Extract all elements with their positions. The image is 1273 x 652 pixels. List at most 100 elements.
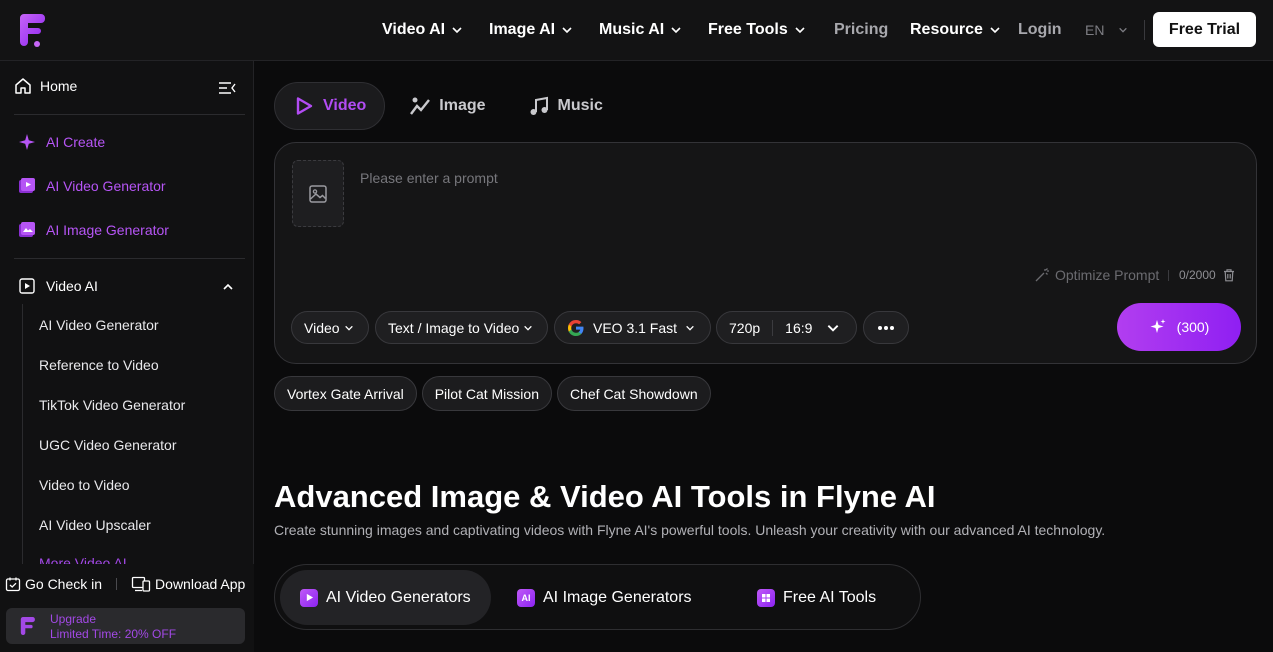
sidebar-subitem[interactable]: AI Video Generator [39,317,159,333]
generate-button[interactable]: (300) [1117,303,1241,351]
calendar-check-icon [5,577,21,592]
tab-ai-video-generators[interactable]: AI Video Generators [280,570,491,625]
devices-icon [131,576,151,592]
tab-image[interactable]: Image [391,82,503,130]
main-nav: Resource [910,0,1001,60]
ratio-label: 16:9 [785,319,813,336]
sidebar-item-home[interactable]: Home [14,77,77,95]
resolution-ratio-select[interactable]: 720p 16:9 [716,311,857,344]
nav-label: Music AI [599,21,665,38]
sidebar-section-video-ai[interactable]: Video AI [18,277,98,295]
chevron-down-icon [828,324,839,332]
tab-video[interactable]: Video [274,82,386,130]
trash-icon[interactable] [1222,268,1236,282]
category-tabs: AI Video Generators AI AI Image Generato… [274,564,921,630]
upgrade-title: Upgrade [50,612,97,626]
sidebar-subitem[interactable]: Video to Video [39,477,130,493]
sidebar-item-ai-video-generator[interactable]: AI Video Generator [18,177,166,195]
mode-label: Text / Image to Video [388,319,520,336]
sidebar-subitem[interactable]: TikTok Video Generator [39,397,185,413]
chevron-down-icon [686,325,694,331]
category-label: Free AI Tools [783,588,877,606]
tab-label: Image [439,97,486,114]
main-nav: Pricing [834,0,888,60]
tab-ai-image-generators[interactable]: AI AI Image Generators [497,570,712,625]
output-type-label: Video [304,319,340,336]
sidebar-item-label: AI Image Generator [46,222,169,238]
output-type-select[interactable]: Video [291,311,369,344]
chevron-up-icon[interactable] [221,280,235,294]
download-app-label: Download App [155,576,246,592]
tab-label: Video [323,97,367,114]
sidebar-subitem[interactable]: AI Video Upscaler [39,517,151,533]
counter-divider [1168,269,1169,281]
language-label: EN [1085,22,1105,38]
language-selector[interactable]: EN [1085,0,1128,60]
sidebar-item-ai-image-generator[interactable]: AI Image Generator [18,221,169,239]
google-icon [568,319,584,336]
home-icon [15,78,31,94]
chevron-down-icon [452,27,462,34]
nav-video-ai[interactable]: Video AI [382,21,463,39]
nav-free-tools[interactable]: Free Tools [708,21,806,39]
mode-select[interactable]: Text / Image to Video [375,311,548,344]
suggestion-chip[interactable]: Chef Cat Showdown [556,376,711,411]
sidebar-section-label: Video AI [46,278,98,294]
upgrade-banner[interactable]: Upgrade Limited Time: 20% OFF [6,608,245,644]
sidebar-tree-line [22,304,23,566]
main-nav: Login [1018,0,1062,60]
flyne-logo-icon[interactable] [15,11,47,49]
video-icon [19,178,35,193]
chevron-down-icon [990,27,1000,34]
prompt-suggestions: Vortex Gate Arrival Pilot Cat Mission Ch… [274,376,711,411]
top-bar: Video AI Image AI Music AI Free Tools Pr… [0,0,1273,61]
prompt-input[interactable]: Please enter a prompt [360,170,498,186]
sidebar-subitem[interactable]: UGC Video Generator [39,437,176,453]
free-trial-button[interactable]: Free Trial [1153,12,1256,47]
tab-music[interactable]: Music [510,82,621,130]
nav-resource[interactable]: Resource [910,21,1001,39]
login-link[interactable]: Login [1018,21,1062,39]
nav-label: Resource [910,21,983,38]
image-upload-button[interactable] [292,160,344,227]
suggestion-chip[interactable]: Vortex Gate Arrival [274,376,417,411]
model-select[interactable]: VEO 3.1 Fast [554,311,711,344]
login-label: Login [1018,21,1062,38]
section-subtitle: Create stunning images and captivating v… [274,522,1106,538]
more-options-button[interactable] [863,311,909,344]
prompt-panel: Please enter a prompt Optimize Prompt 0/… [274,142,1257,364]
pill-divider [772,319,774,336]
sidebar-subitem[interactable]: Reference to Video [39,357,159,373]
nav-music-ai[interactable]: Music AI [599,21,682,39]
model-label: VEO 3.1 Fast [593,319,678,336]
nav-label: Image AI [489,21,556,38]
nav-pricing[interactable]: Pricing [834,21,888,39]
header-divider [1144,20,1145,40]
tab-free-ai-tools[interactable]: Free AI Tools [737,570,896,625]
video-category-icon [300,588,318,607]
sidebar-divider [14,258,245,259]
main-content: Video Image Music Please enter a prompt … [254,61,1273,652]
flyne-logo-icon [20,617,35,635]
upgrade-subtitle: Limited Time: 20% OFF [50,627,177,641]
music-note-icon [530,96,548,115]
download-app-button[interactable]: Download App [131,576,245,592]
nav-image-ai[interactable]: Image AI [489,21,573,39]
sidebar-item-ai-create[interactable]: AI Create [18,133,105,151]
image-wave-icon [410,97,431,115]
collapse-sidebar-icon[interactable] [218,81,236,95]
tab-label: Music [557,97,603,114]
sidebar-footer: Go Check in Download App Upgrade Limited… [0,564,254,652]
char-counter: 0/2000 [1168,268,1236,282]
sidebar-item-label: AI Create [46,134,106,150]
sidebar-actions: Go Check in Download App [5,576,245,592]
tools-category-icon [757,588,775,607]
check-in-button[interactable]: Go Check in [5,576,102,592]
suggestion-chip[interactable]: Pilot Cat Mission [421,376,552,411]
more-dots-icon [878,325,894,330]
actions-divider [116,578,118,590]
optimize-prompt-button[interactable]: Optimize Prompt [1035,267,1159,283]
main-nav: Video AI [382,0,463,60]
credit-cost: (300) [1176,319,1210,335]
image-placeholder-icon [309,184,327,203]
